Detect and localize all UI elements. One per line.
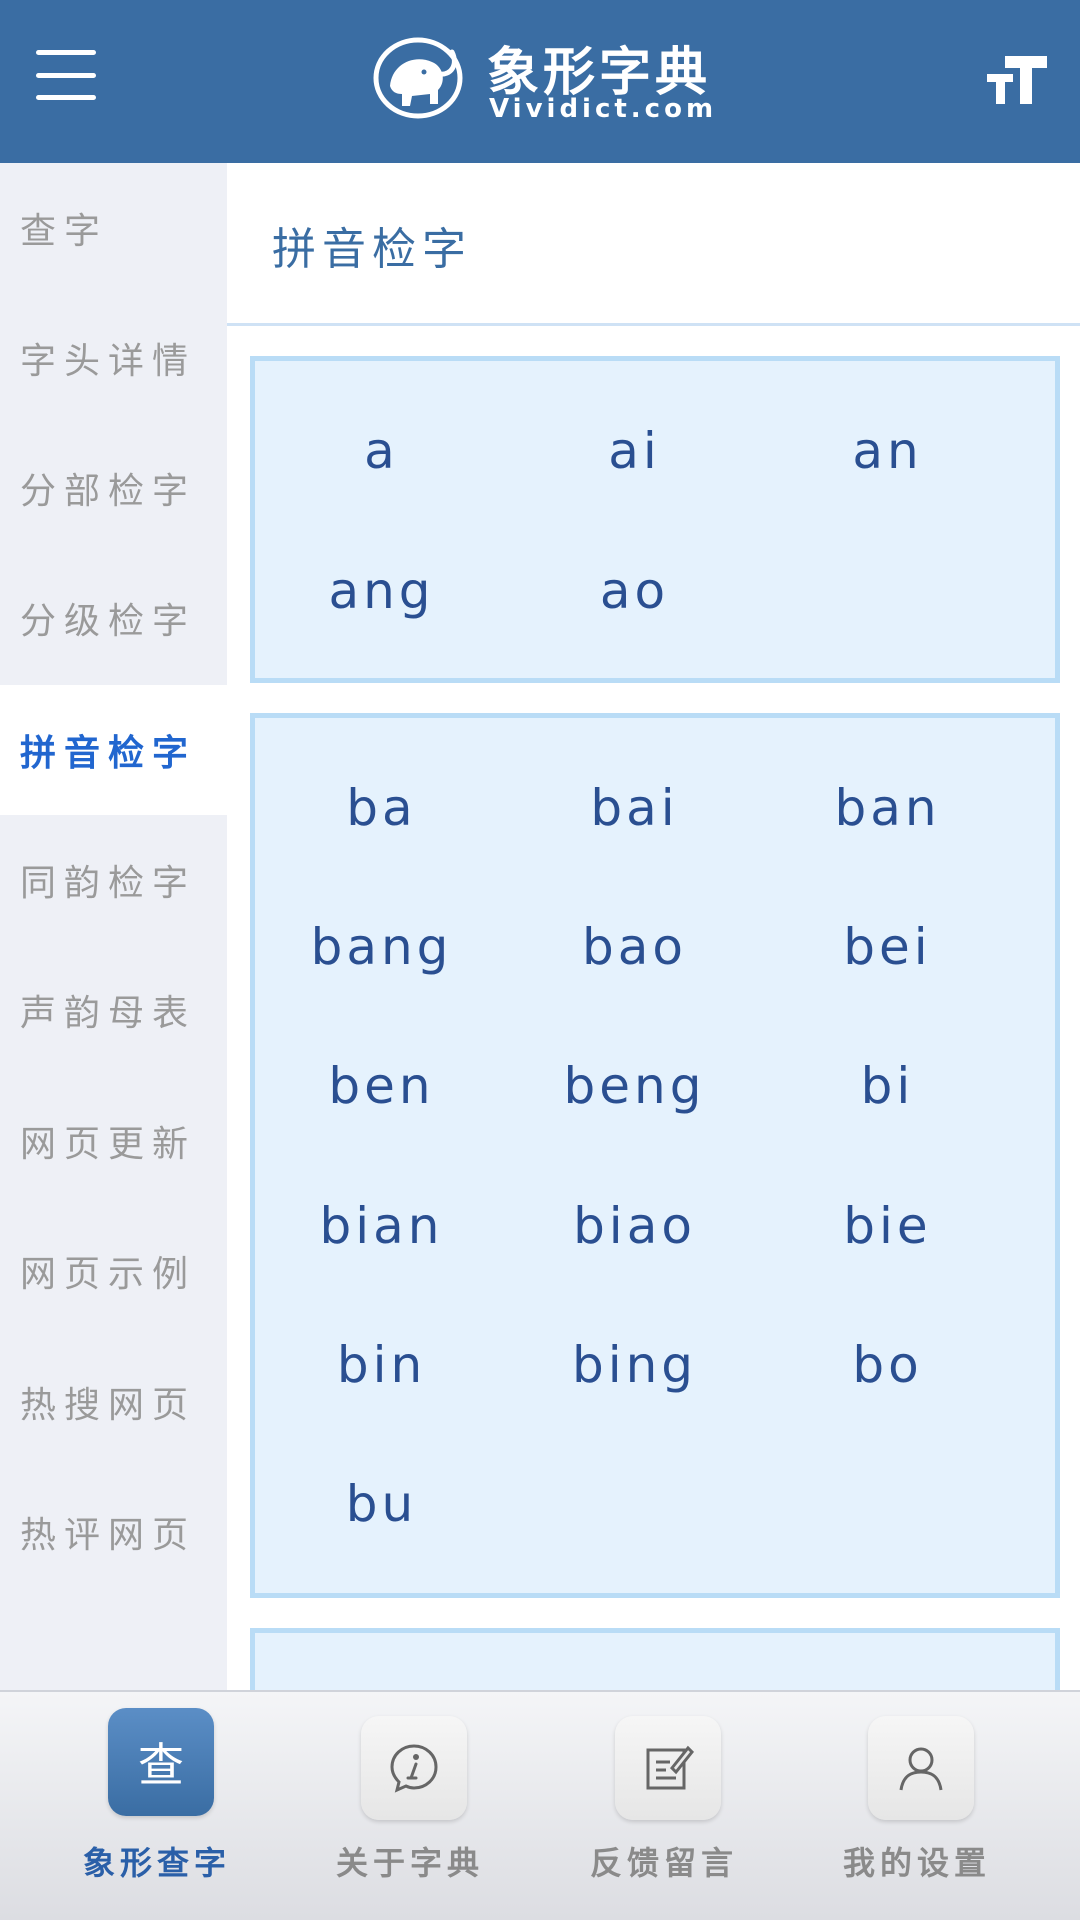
user-profile-icon [868,1716,974,1820]
tab-label: 关于字典 [335,1844,484,1882]
tab-label: 反馈留言 [589,1844,738,1882]
pinyin-item[interactable]: an [761,421,1014,481]
sidebar-item-label: 热评网页 [20,1515,197,1556]
pinyin-item[interactable]: beng [508,1056,761,1116]
sidebar-item-label: 拼音检字 [20,733,197,774]
sidebar-item-initials-finals[interactable]: 声韵母表 [0,945,227,1075]
pinyin-item[interactable]: bian [255,1196,508,1256]
tab-about-dictionary[interactable]: 关于字典 [275,1692,545,1920]
sidebar-item-label: 网页示例 [20,1254,197,1295]
edit-note-icon [615,1716,721,1820]
search-char-glyph: 查 [138,1738,184,1792]
pinyin-item[interactable]: ai [508,421,761,481]
main-content: 拼音检字 a ai an ang ao ba bai ban bang bao … [227,163,1080,1690]
sidebar-item-page-examples[interactable]: 网页示例 [0,1206,227,1336]
pinyin-item[interactable]: bie [761,1196,1014,1256]
pinyin-item[interactable]: biao [508,1196,761,1256]
logo-english-text: Vividict.com [489,94,718,124]
app-header: 象形字典 Vividict.com [0,0,1080,163]
pinyin-item[interactable]: bao [508,917,761,977]
sidebar-item-label: 分部检字 [20,471,197,512]
sidebar-item-pinyin-index[interactable]: 拼音检字 [0,685,227,815]
sidebar-item-label: 网页更新 [20,1124,197,1165]
site-logo[interactable]: 象形字典 Vividict.com [372,30,732,130]
pinyin-item[interactable]: bai [508,778,761,838]
pinyin-group-a: a ai an ang ao [250,356,1060,683]
pinyin-item[interactable]: bin [255,1335,508,1395]
pinyin-item[interactable]: bang [255,917,508,977]
tab-char-lookup[interactable]: 查 象形查字 [22,1692,292,1920]
tab-feedback[interactable]: 反馈留言 [529,1692,799,1920]
pinyin-item[interactable]: ben [255,1056,508,1116]
search-char-icon: 查 [108,1708,214,1816]
pinyin-item[interactable]: bing [508,1335,761,1395]
tab-label: 我的设置 [842,1844,991,1882]
tab-my-settings[interactable]: 我的设置 [782,1692,1052,1920]
pinyin-item[interactable]: bu [255,1474,508,1534]
sidebar-item-rhyme-index[interactable]: 同韵检字 [0,815,227,945]
pinyin-item[interactable]: a [255,421,508,481]
sidebar-item-radical-index[interactable]: 分部检字 [0,423,227,553]
font-size-icon[interactable] [985,52,1049,108]
pinyin-item[interactable]: bi [761,1056,1014,1116]
pinyin-item[interactable]: bei [761,917,1014,977]
pinyin-item[interactable]: ba [255,778,508,838]
sidebar-item-label: 字头详情 [20,341,197,382]
pinyin-item[interactable]: ang [255,561,508,621]
sidebar-item-lookup[interactable]: 查字 [0,163,227,293]
sidebar-item-label: 同韵检字 [20,863,197,904]
sidebar-item-page-updates[interactable]: 网页更新 [0,1076,227,1206]
page-title: 拼音检字 [272,224,472,275]
sidebar-item-hot-comments[interactable]: 热评网页 [0,1467,227,1597]
tab-label: 象形查字 [82,1844,231,1882]
sidebar-item-label: 分级检字 [20,601,197,642]
bottom-tab-bar: 查 象形查字 关于字典 反馈留言 我的设置 [0,1690,1080,1920]
sidebar-item-label: 热搜网页 [20,1385,197,1426]
hamburger-menu-icon[interactable] [36,50,96,100]
pinyin-item[interactable]: bo [761,1335,1014,1395]
pinyin-item[interactable]: ban [761,778,1014,838]
title-divider [227,323,1080,326]
sidebar-item-label: 声韵母表 [20,993,197,1034]
sidebar-item-char-details[interactable]: 字头详情 [0,293,227,423]
sidebar-item-level-index[interactable]: 分级检字 [0,553,227,683]
elephant-logo-icon [373,37,463,119]
pinyin-group-c [250,1628,1060,1690]
info-chat-icon [361,1716,467,1820]
pinyin-item[interactable]: ao [508,561,761,621]
pinyin-group-b: ba bai ban bang bao bei ben beng bi bian… [250,713,1060,1598]
sidebar-item-label: 查字 [20,211,109,252]
sidebar-item-hot-search[interactable]: 热搜网页 [0,1337,227,1467]
sidebar-nav: 查字 字头详情 分部检字 分级检字 拼音检字 同韵检字 声韵母表 网页更新 网页… [0,163,227,1690]
